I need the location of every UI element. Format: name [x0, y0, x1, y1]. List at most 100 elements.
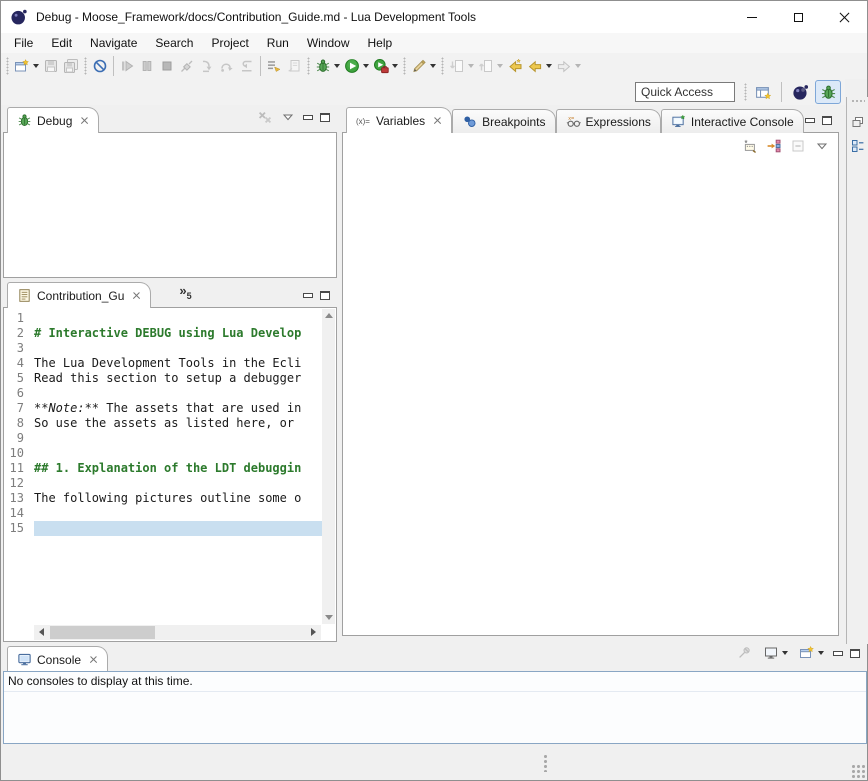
window-close-button[interactable] [821, 1, 867, 33]
dropdown-arrow-icon[interactable] [33, 64, 39, 68]
run-button[interactable] [342, 55, 371, 77]
code-line-9[interactable]: 9 [4, 431, 322, 446]
scroll-left-icon[interactable] [39, 628, 44, 636]
code-line-6[interactable]: 6 [4, 386, 322, 401]
line-number[interactable]: 5 [4, 371, 34, 386]
minimize-view-icon[interactable] [303, 115, 313, 120]
tab-debug[interactable]: Debug [7, 107, 99, 133]
tab-contribution-guide[interactable]: Contribution_Gu [7, 282, 151, 308]
editor-horizontal-scrollbar[interactable] [34, 625, 321, 640]
display-selected-console-button[interactable] [761, 642, 790, 664]
code-area[interactable]: 12# Interactive DEBUG using Lua Develop3… [4, 308, 322, 625]
line-number[interactable]: 1 [4, 311, 34, 326]
menu-file[interactable]: File [5, 34, 42, 52]
code-line-3[interactable]: 3 [4, 341, 322, 356]
debug-perspective-button[interactable] [815, 80, 841, 104]
debug-button[interactable] [313, 55, 342, 77]
use-step-filters-button[interactable] [264, 55, 284, 77]
minimize-view-icon[interactable] [833, 651, 843, 656]
editor-vertical-scrollbar[interactable] [322, 309, 335, 624]
skip-all-breakpoints-button[interactable] [90, 55, 110, 77]
minimize-view-icon[interactable] [303, 293, 313, 298]
code-line-2[interactable]: 2# Interactive DEBUG using Lua Develop [4, 326, 322, 341]
new-wizard-button[interactable] [12, 55, 41, 77]
code-line-13[interactable]: 13The following pictures outline some o [4, 491, 322, 506]
quick-access-input[interactable]: Quick Access [635, 82, 735, 102]
outline-view-button[interactable] [847, 135, 868, 159]
window-resize-grip[interactable] [851, 764, 865, 778]
show-constants-icon[interactable] [742, 138, 758, 154]
maximize-view-icon[interactable] [850, 649, 860, 658]
scrollbar-thumb[interactable] [50, 626, 155, 639]
tab-console[interactable]: Console [7, 646, 108, 672]
maximize-view-icon[interactable] [320, 113, 330, 122]
toolbar-drag-handle[interactable] [84, 57, 87, 75]
scroll-right-icon[interactable] [311, 628, 316, 636]
line-number[interactable]: 14 [4, 506, 34, 521]
menu-project[interactable]: Project [202, 34, 257, 52]
hidden-tabs-chevron[interactable]: » 5 [179, 286, 191, 301]
toolbar-drag-handle[interactable] [307, 57, 310, 75]
line-number[interactable]: 9 [4, 431, 34, 446]
scroll-up-icon[interactable] [325, 313, 333, 318]
console-content[interactable]: No consoles to display at this time. [3, 671, 867, 744]
code-line-11[interactable]: 11## 1. Explanation of the LDT debuggin [4, 461, 322, 476]
dropdown-arrow-icon[interactable] [782, 651, 788, 655]
line-number[interactable]: 6 [4, 386, 34, 401]
back-button[interactable] [525, 55, 554, 77]
tab-interactive-console[interactable]: Interactive Console [661, 109, 804, 133]
scroll-down-icon[interactable] [325, 615, 333, 620]
last-edit-location-button[interactable] [505, 55, 525, 77]
menu-edit[interactable]: Edit [42, 34, 81, 52]
line-number[interactable]: 12 [4, 476, 34, 491]
external-tools-button[interactable] [371, 55, 400, 77]
menu-run[interactable]: Run [258, 34, 298, 52]
tab-breakpoints[interactable]: Breakpoints [452, 109, 555, 133]
variables-content[interactable] [342, 159, 839, 636]
line-number[interactable]: 2 [4, 326, 34, 341]
marker-pen-button[interactable] [409, 55, 438, 77]
code-line-7[interactable]: 7**Note:** The assets that are used in [4, 401, 322, 416]
toolbar-drag-handle[interactable] [403, 57, 406, 75]
line-number[interactable]: 10 [4, 446, 34, 461]
dropdown-arrow-icon[interactable] [363, 64, 369, 68]
dropdown-arrow-icon[interactable] [392, 64, 398, 68]
menu-search[interactable]: Search [146, 34, 202, 52]
rail-drag-handle[interactable] [851, 99, 865, 105]
code-line-8[interactable]: 8So use the assets as listed here, or [4, 416, 322, 431]
tab-close-icon[interactable] [132, 291, 141, 300]
line-number[interactable]: 8 [4, 416, 34, 431]
maximize-view-icon[interactable] [822, 116, 832, 125]
tab-variables[interactable]: (x)=Variables [346, 107, 452, 133]
tab-close-icon[interactable] [433, 116, 442, 125]
line-number[interactable]: 11 [4, 461, 34, 476]
menu-window[interactable]: Window [298, 34, 359, 52]
code-line-1[interactable]: 1 [4, 311, 322, 326]
dropdown-arrow-icon[interactable] [430, 64, 436, 68]
tab-close-icon[interactable] [80, 116, 89, 125]
tab-close-icon[interactable] [89, 655, 98, 664]
line-number[interactable]: 3 [4, 341, 34, 356]
line-number[interactable]: 15 [4, 521, 34, 536]
toolbar-drag-handle[interactable] [441, 57, 444, 75]
view-menu-icon[interactable] [814, 138, 830, 154]
dropdown-arrow-icon[interactable] [818, 651, 824, 655]
open-console-button[interactable] [797, 642, 826, 664]
code-line-10[interactable]: 10 [4, 446, 322, 461]
line-number[interactable]: 4 [4, 356, 34, 371]
code-line-4[interactable]: 4The Lua Development Tools in the Ecli [4, 356, 322, 371]
tab-expressions[interactable]: x=Expressions [556, 109, 661, 133]
menu-help[interactable]: Help [359, 34, 402, 52]
show-logical-structures-icon[interactable] [766, 138, 782, 154]
line-number[interactable]: 7 [4, 401, 34, 416]
dropdown-arrow-icon[interactable] [546, 64, 552, 68]
toolbar-drag-handle[interactable] [6, 57, 9, 75]
code-line-12[interactable]: 12 [4, 476, 322, 491]
code-line-15[interactable]: 15 [4, 521, 322, 536]
dropdown-arrow-icon[interactable] [334, 64, 340, 68]
sash-drag-handle[interactable] [543, 754, 548, 772]
open-perspective-button[interactable] [750, 80, 776, 104]
window-maximize-button[interactable] [775, 1, 821, 33]
code-line-14[interactable]: 14 [4, 506, 322, 521]
minimize-view-icon[interactable] [805, 118, 815, 123]
